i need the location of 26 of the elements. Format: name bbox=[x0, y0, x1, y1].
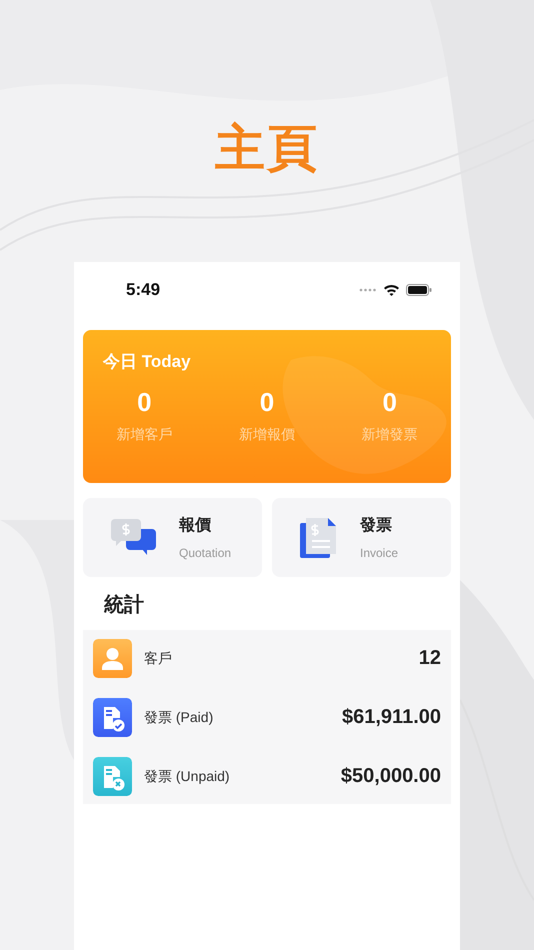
signal-dots-icon bbox=[359, 288, 377, 292]
document-check-icon bbox=[93, 698, 132, 737]
stat-row-value: 12 bbox=[418, 647, 441, 670]
person-icon bbox=[93, 639, 132, 678]
invoice-shortcut[interactable]: 發票 Invoice bbox=[272, 498, 451, 577]
battery-icon bbox=[406, 284, 432, 296]
stat-row-label: 發票 (Paid) bbox=[144, 708, 214, 726]
stat-value: 0 bbox=[382, 387, 397, 418]
stat-value: 0 bbox=[260, 387, 274, 418]
stat-row-label: 客戶 bbox=[144, 650, 173, 668]
document-cross-icon bbox=[93, 757, 132, 796]
stat-row-value: $61,911.00 bbox=[342, 706, 441, 729]
today-title: 今日 Today bbox=[103, 351, 192, 373]
chat-bubbles-icon bbox=[111, 518, 157, 556]
stat-label: 新增報價 bbox=[239, 426, 295, 444]
wifi-icon bbox=[383, 284, 400, 296]
stat-row-value: $50,000.00 bbox=[340, 765, 441, 788]
section-heading: 統計 bbox=[104, 593, 145, 618]
page-title: 主頁 bbox=[215, 119, 319, 178]
stat-label: 新增發票 bbox=[362, 426, 418, 444]
stat-label: 新增客戶 bbox=[116, 426, 172, 444]
stat-row-label: 發票 (Unpaid) bbox=[144, 768, 231, 786]
stat-value: 0 bbox=[137, 387, 152, 418]
status-time: 5:49 bbox=[126, 280, 160, 300]
document-dollar-icon bbox=[300, 518, 338, 558]
quotation-shortcut[interactable]: 報價 Quotation bbox=[83, 498, 262, 577]
